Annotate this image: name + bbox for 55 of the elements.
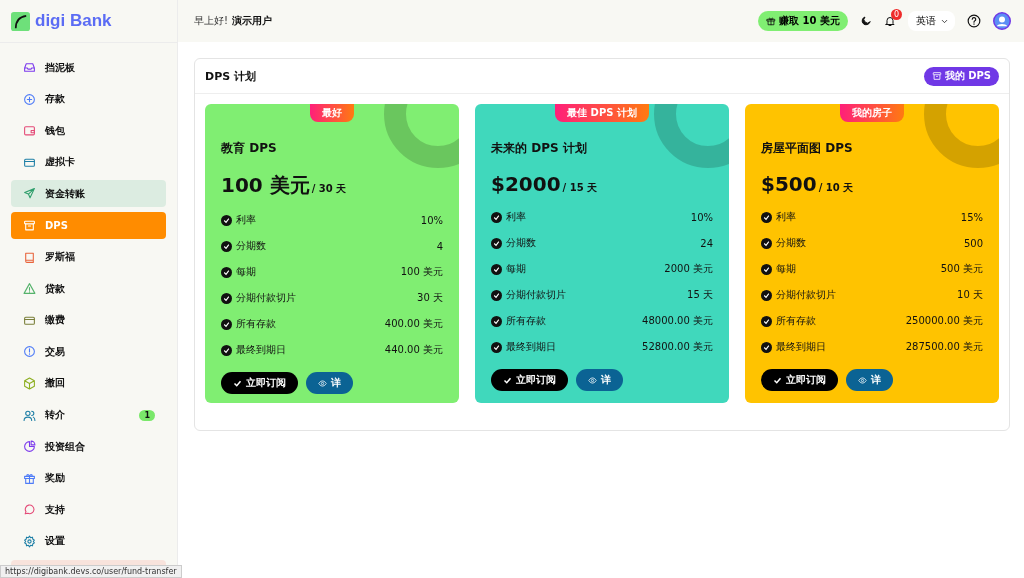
user-name: 演示用户 — [232, 14, 272, 28]
row-value: 440.00 美元 — [384, 343, 443, 357]
panel-title: DPS 计划 — [205, 68, 256, 84]
row-value: 10% — [690, 211, 713, 223]
row-label: 分期数 — [776, 236, 806, 250]
plan-amount: 100 美元 — [221, 172, 310, 199]
row-value: 15 天 — [687, 288, 713, 302]
row-label: 分期付款切片 — [776, 288, 836, 302]
url-tooltip: https://digibank.devs.co/user/fund-transfer — [0, 565, 182, 578]
row-label: 每期 — [776, 262, 796, 276]
plan-title: 教育 DPS — [221, 140, 278, 157]
row-label: 分期数 — [236, 239, 266, 253]
greeting: 早上好! — [194, 14, 228, 28]
row-value: 4 — [436, 240, 443, 252]
row-label: 利率 — [776, 210, 796, 224]
row-label: 每期 — [236, 265, 256, 279]
row-value: 2000 美元 — [664, 262, 713, 276]
row-value: 500 美元 — [940, 262, 983, 276]
row-label: 最终到期日 — [776, 340, 826, 354]
row-value: 100 美元 — [400, 265, 443, 279]
plan-period: / 15 天 — [562, 181, 598, 195]
plan-amount: $500 — [761, 172, 817, 196]
plan-badge: 我的房子 — [840, 104, 904, 122]
plan-amount: $2000 — [491, 172, 561, 196]
row-value: 52800.00 美元 — [642, 340, 713, 354]
row-value: 30 天 — [417, 291, 443, 305]
row-value: 10% — [420, 214, 443, 226]
row-value: 500 — [963, 237, 983, 249]
plan-period: / 30 天 — [311, 182, 347, 196]
plan-badge: 最佳 DPS 计划 — [555, 104, 649, 122]
row-value: 15% — [960, 211, 983, 223]
plan-title: 未来的 DPS 计划 — [491, 140, 588, 157]
count-badge: 1 — [139, 409, 155, 421]
row-value: 400.00 美元 — [384, 317, 443, 331]
plan-badge: 最好 — [310, 104, 354, 122]
row-value: 250000.00 美元 — [905, 314, 983, 328]
row-label: 利率 — [506, 210, 526, 224]
row-label: 每期 — [506, 262, 526, 276]
row-value: 10 天 — [957, 288, 983, 302]
row-value: 287500.00 美元 — [905, 340, 983, 354]
row-label: 分期付款切片 — [236, 291, 296, 305]
row-value: 48000.00 美元 — [642, 314, 713, 328]
row-label: 所有存款 — [776, 314, 816, 328]
row-value: 24 — [700, 237, 713, 249]
notification-count: 0 — [891, 9, 902, 20]
row-label: 利率 — [236, 213, 256, 227]
row-label: 最终到期日 — [506, 340, 556, 354]
row-label: 分期付款切片 — [506, 288, 566, 302]
plan-title: 房屋平面图 DPS — [761, 140, 854, 157]
row-label: 所有存款 — [506, 314, 546, 328]
row-label: 所有存款 — [236, 317, 276, 331]
row-label: 分期数 — [506, 236, 536, 250]
row-label: 最终到期日 — [236, 343, 286, 357]
plan-period: / 10 天 — [818, 181, 854, 195]
brand-name: digi Bank — [35, 11, 112, 31]
